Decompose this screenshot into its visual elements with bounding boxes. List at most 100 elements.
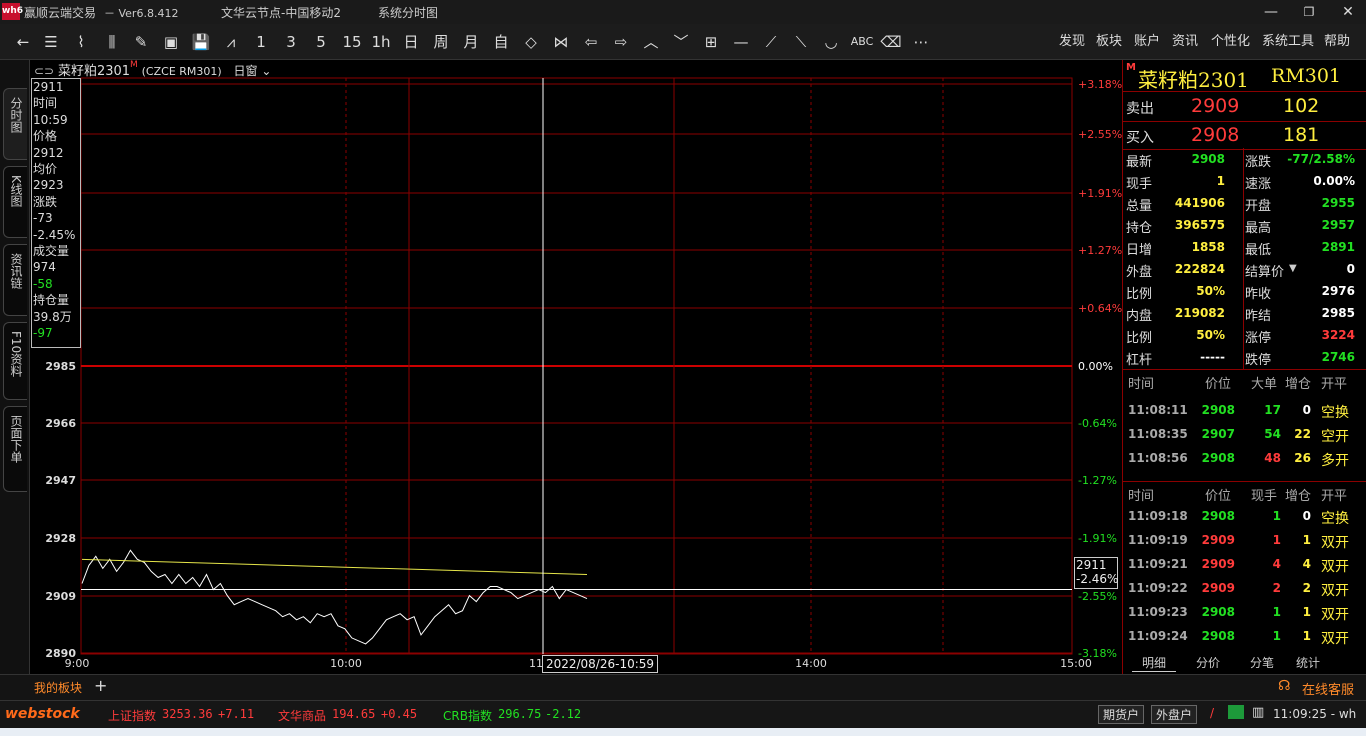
futures-account-button[interactable]: 期货户 — [1098, 705, 1145, 724]
index-wh-name[interactable]: 文华商品 — [278, 707, 326, 724]
table-cell: 1 — [1302, 533, 1311, 547]
stat-label: 昨结 — [1245, 309, 1272, 324]
index-sh-name[interactable]: 上证指数 — [108, 707, 156, 724]
eraser-icon[interactable]: ⌫ — [880, 32, 902, 52]
chevron-down-icon[interactable]: ▼ — [1289, 263, 1297, 274]
crosshair-icon[interactable]: ⊞ — [700, 32, 722, 52]
hline-icon[interactable]: — — [730, 32, 752, 52]
stat-value: 3224 — [1321, 328, 1355, 342]
chart-exchange: (CZCE RM301) — [141, 65, 222, 78]
tab-price-dist[interactable]: 分价 — [1186, 654, 1230, 671]
indicator-icon[interactable]: ⩘ — [220, 32, 242, 52]
trendline-icon[interactable]: ⟋ — [760, 32, 782, 52]
title-bar: wh6 赢顺云端交易 － Ver6.8.412 文华云节点-中国移动2 系统分时… — [0, 0, 1366, 24]
tab-my-block[interactable]: 我的板块 — [34, 679, 82, 696]
period-month[interactable]: 月 — [460, 32, 482, 52]
time-tick-label: 9:00 — [65, 657, 90, 670]
menu-help[interactable]: 帮助 — [1324, 32, 1350, 52]
index-crb-value: 296.75 — [498, 707, 542, 721]
move-left-icon[interactable]: ⇦ — [580, 32, 602, 52]
headset-icon[interactable]: ☊ — [1278, 678, 1290, 694]
more-icon[interactable]: ⋯ — [910, 32, 932, 52]
stat-label[interactable]: 结算价 — [1245, 261, 1284, 280]
table-cell: 空开 — [1321, 429, 1349, 445]
foreign-account-button[interactable]: 外盘户 — [1151, 705, 1198, 724]
zoom-in-icon[interactable]: ◇ — [520, 32, 542, 52]
stat-label: 总量 — [1126, 199, 1153, 214]
move-up-icon[interactable]: ︿ — [640, 32, 662, 52]
os-taskbar — [0, 728, 1366, 736]
info-chg-label: 涨跌 — [33, 194, 58, 209]
maximize-button[interactable]: ❐ — [1294, 2, 1324, 22]
move-down-icon[interactable]: ﹀ — [670, 32, 692, 52]
back-arrow-icon[interactable]: ← — [12, 32, 34, 52]
table-cell: 11:09:21 — [1128, 557, 1188, 571]
downline-icon[interactable]: ⟍ — [790, 32, 812, 52]
info-oi-label: 持仓量 — [33, 293, 70, 308]
table-cell: 空换 — [1321, 405, 1349, 421]
table-cell: 空换 — [1321, 511, 1349, 527]
stat-value: 1 — [1216, 174, 1225, 188]
column-header: 现手 — [1251, 489, 1278, 504]
menu-discover[interactable]: 发现 — [1059, 32, 1085, 52]
menu-account[interactable]: 账户 — [1134, 32, 1160, 52]
stat-row: 开盘 2955 — [1243, 192, 1366, 214]
tab-ticks[interactable]: 分笔 — [1240, 654, 1284, 671]
table-row: 11:08:35 2907 54 22 空开 — [1123, 424, 1366, 448]
ask-price[interactable]: 2909 — [1191, 95, 1239, 117]
period-dropdown[interactable]: 日窗 ⌄ — [234, 64, 272, 78]
tab-stats[interactable]: 统计 — [1286, 654, 1330, 671]
bid-price[interactable]: 2908 — [1191, 124, 1239, 146]
stat-value: 222824 — [1174, 262, 1225, 276]
table-row: 11:09:24 2908 1 1 双开 — [1123, 626, 1366, 650]
table-cell: 2908 — [1201, 605, 1235, 619]
kline-chart-icon[interactable]: ⫼ — [101, 32, 123, 52]
add-block-button[interactable]: + — [94, 676, 107, 695]
close-button[interactable]: ✕ — [1333, 2, 1363, 22]
index-crb-name[interactable]: CRB指数 — [443, 707, 492, 724]
menu-personalize[interactable]: 个性化 — [1211, 32, 1250, 52]
menu-system-tools[interactable]: 系统工具 — [1262, 32, 1314, 52]
intraday-chart[interactable]: 2985 2966 2947 2928 2909 2890 +3.18% +2.55% +1.9… — [0, 60, 1122, 674]
pct-tick-label: -1.27% — [1078, 474, 1117, 487]
report-list-icon[interactable]: ☰ — [40, 32, 62, 52]
chart-link-icon[interactable]: ⊂⊃ — [34, 64, 54, 78]
period-15[interactable]: 15 — [340, 32, 364, 52]
zoom-out-icon[interactable]: ⋈ — [550, 32, 572, 52]
period-custom[interactable]: 自 — [490, 32, 512, 52]
menu-sector[interactable]: 板块 — [1096, 32, 1122, 52]
column-header: 开平 — [1321, 377, 1348, 392]
period-5[interactable]: 5 — [310, 32, 332, 52]
period-1h[interactable]: 1h — [370, 32, 392, 52]
time-tick-label: 14:00 — [795, 657, 827, 670]
period-1[interactable]: 1 — [250, 32, 272, 52]
period-3[interactable]: 3 — [280, 32, 302, 52]
column-header: 大单 — [1251, 377, 1278, 392]
order-icon[interactable]: ✎ — [130, 32, 152, 52]
app-name: 赢顺云端交易 — [24, 6, 97, 20]
stat-label: 外盘 — [1126, 265, 1153, 280]
tab-detail[interactable]: 明细 — [1132, 654, 1177, 672]
table-cell: 双开 — [1321, 535, 1349, 551]
period-week[interactable]: 周 — [430, 32, 452, 52]
move-right-icon[interactable]: ⇨ — [610, 32, 632, 52]
minimize-button[interactable]: — — [1256, 2, 1286, 22]
info-oi-chg: -97 — [33, 326, 53, 341]
stat-value: 1858 — [1191, 240, 1225, 254]
online-service-link[interactable]: 在线客服 — [1302, 679, 1354, 698]
app-version: － Ver6.8.412 — [104, 7, 179, 20]
save-icon[interactable]: 💾 — [190, 32, 212, 52]
table-cell: 2908 — [1201, 629, 1235, 643]
table-cell: 2908 — [1201, 403, 1235, 417]
menu-news[interactable]: 资讯 — [1172, 32, 1198, 52]
text-tool-icon[interactable]: ABC — [848, 32, 876, 52]
info-time: 10:59 — [33, 112, 68, 127]
pct-tick-label: +0.64% — [1078, 302, 1122, 315]
arc-icon[interactable]: ◡ — [820, 32, 842, 52]
period-day[interactable]: 日 — [400, 32, 422, 52]
table-cell: 双开 — [1321, 559, 1349, 575]
line-chart-icon[interactable]: ⌇ — [70, 32, 92, 52]
quote-panel-icon[interactable]: ▣ — [160, 32, 182, 52]
bid-label: 买入 — [1126, 130, 1154, 146]
time-tick-label: 10:00 — [330, 657, 362, 670]
